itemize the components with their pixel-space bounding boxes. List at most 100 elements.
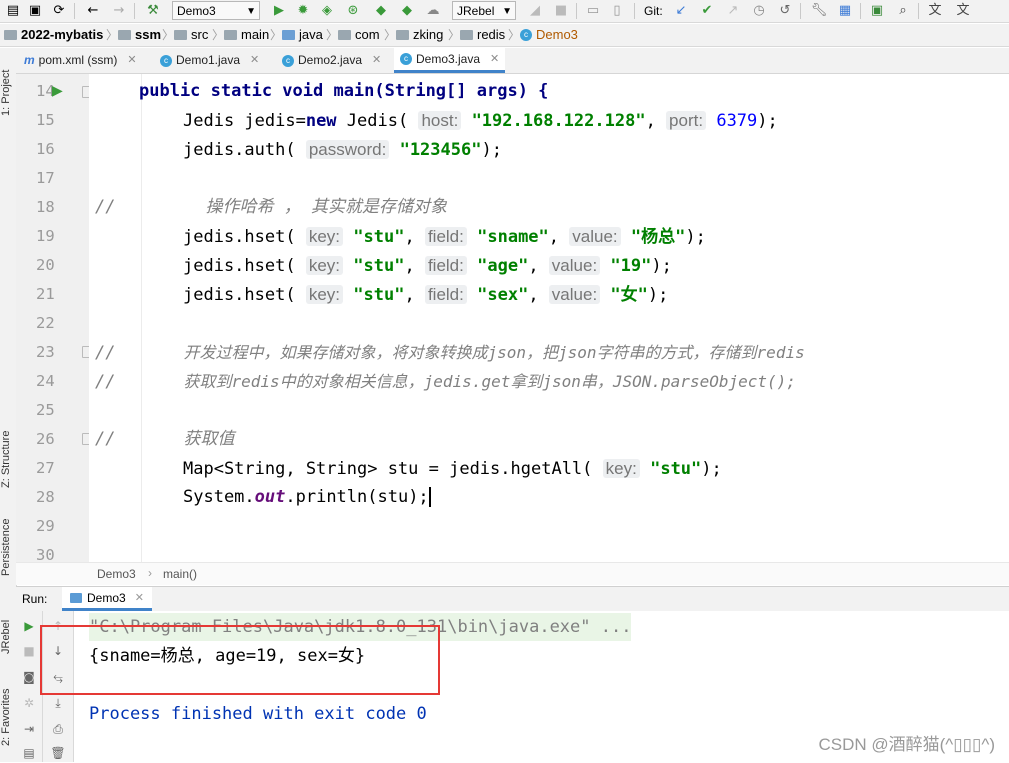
jrebel-run-icon[interactable]: ◆ [372,2,390,20]
sync-icon[interactable]: ⟳ [50,2,68,20]
stop-icon[interactable]: ■ [552,2,570,20]
run-icon[interactable]: ▶ [270,2,288,20]
comment-text: 开发过程中，如果存储对象，将对象转换成json，把json字符串的方式，存储到r… [183,343,805,362]
chevron-right-icon: › [148,566,152,580]
forward-icon[interactable]: → [110,2,128,20]
search-icon[interactable]: ⌕ [894,2,912,20]
code-text: .println(stu); [285,487,429,507]
menu-icon[interactable]: ▤ [4,2,22,20]
line-number: 25 [36,401,55,419]
crumb-class[interactable]: c Demo3 [520,27,578,43]
crumb-java[interactable]: java [282,27,323,43]
comment-text: // [95,372,116,392]
persistence-tool-button[interactable]: Persistence [0,502,16,576]
trash-icon[interactable]: 🗑︎ [48,743,68,763]
close-icon[interactable]: ✕ [490,47,499,72]
debug-icon[interactable]: ✹ [294,2,312,20]
wrench-icon[interactable]: 🔧︎ [810,2,828,20]
code-text: ); [647,285,669,305]
code-line-19: jedis.hset( key: "stu", field: "sname", … [183,227,706,247]
close-icon[interactable]: ✕ [135,591,144,604]
code-editor[interactable]: public static void main(String[] args) {… [89,74,1009,562]
line-number: 22 [36,314,55,332]
favorites-tool-button[interactable]: 2: Favorites [0,672,16,746]
comment-text: 获取值 [183,429,235,449]
output-highlight-box [40,625,440,695]
git-push-icon[interactable]: ↗ [724,2,742,20]
line-number: 29 [36,517,55,535]
crumb-label: zking [413,27,444,42]
crumb-src[interactable]: src [174,27,208,43]
code-string: "19" [610,256,652,276]
chevron-down-icon: ▼ [502,6,512,17]
run-tab-demo3[interactable]: Demo3 ✕ [62,587,152,611]
close-icon[interactable]: ✕ [127,48,136,73]
crumb-com[interactable]: com [338,27,380,43]
structure-tool-button[interactable]: Z: Structure [0,406,16,488]
code-keyword: new [305,111,337,131]
folder-icon [118,30,131,40]
coverage-icon[interactable]: ◈ [318,2,336,20]
scroll-to-end-icon[interactable]: ⤓ [48,693,68,713]
git-history-icon[interactable]: ◷ [750,2,768,20]
settings-icon[interactable]: ✲ [19,693,39,713]
code-line-26: // 获取值 [95,425,234,454]
translate-icon[interactable]: 文 [926,2,944,20]
code-text: Jedis( [336,111,409,131]
close-icon[interactable]: ✕ [250,48,259,73]
rollback-icon[interactable]: ▭ [584,2,602,20]
attach-icon[interactable]: ☁ [424,2,442,20]
run-panel-header: Run: Demo3 ✕ [16,586,1009,612]
tab-demo1[interactable]: c Demo1.java ✕ [160,48,259,73]
git-commit-icon[interactable]: ✔ [698,2,716,20]
git-rollback-icon[interactable]: ↺ [776,2,794,20]
print-icon[interactable]: ⎙ [48,719,68,739]
jrebel-debug-icon[interactable]: ◆ [398,2,416,20]
close-icon[interactable]: ✕ [372,48,381,73]
stop-icon[interactable]: ■ [19,641,39,661]
tab-pom[interactable]: m pom.xml (ssm) ✕ [24,48,137,73]
code-line-21: jedis.hset( key: "stu", field: "sex", va… [183,285,669,305]
crumb-redis[interactable]: redis [460,27,505,43]
git-update-icon[interactable]: ↙ [672,2,690,20]
jrebel-select[interactable]: JRebel ▼ [452,1,516,20]
param-hint: host: [418,111,462,130]
rerun-icon[interactable]: ▶ [19,616,39,636]
crumb-label: main [241,27,270,42]
translate-alt-icon[interactable]: 文 [954,2,972,20]
crumb-method[interactable]: main() [163,567,197,581]
tab-label: Demo3.java [416,51,481,66]
build-icon[interactable]: ⚒ [144,2,162,20]
line-number: 18 [36,198,55,216]
profile-icon[interactable]: ⊛ [344,2,362,20]
history-icon[interactable]: ▯ [608,2,626,20]
run-toolbar-primary: ▶ ■ ◙ ✲ ⇥ ▤ [16,611,43,762]
layout-icon[interactable]: ▤ [19,743,39,763]
comment-text: 操作哈希 ， 其实就是存储对象 [205,197,447,217]
save-icon[interactable]: ▣ [26,2,44,20]
crumb-class[interactable]: Demo3 [97,567,136,581]
exit-icon[interactable]: ⇥ [19,719,39,739]
code-string: "stu" [650,459,702,479]
crumb-main[interactable]: main [224,27,269,43]
git-label: Git: [644,4,663,18]
run-gutter-icon[interactable]: ▶ [52,83,63,99]
terminal-icon[interactable]: ▣ [868,2,886,20]
param-hint: key: [305,227,344,246]
project-structure-icon[interactable]: ▦ [836,2,854,20]
jrebel-tool-button[interactable]: JRebel [0,604,16,654]
camera-icon[interactable]: ◙ [19,667,39,687]
param-hint: key: [305,256,344,275]
tab-demo2[interactable]: c Demo2.java ✕ [282,48,381,73]
maven-icon: m [24,53,35,67]
folder-icon [174,30,187,40]
crumb-label: ssm [135,27,162,42]
tab-demo3[interactable]: c Demo3.java ✕ [394,47,506,73]
update-icon[interactable]: ◢ [526,2,544,20]
crumb-zking[interactable]: zking [396,27,443,43]
run-config-select[interactable]: Demo3 ▼ [172,1,260,20]
crumb-project[interactable]: 2022-mybatis [4,27,103,43]
project-tool-button[interactable]: 1: Project [0,56,16,116]
back-icon[interactable]: ← [84,2,102,20]
crumb-module[interactable]: ssm [118,27,161,43]
